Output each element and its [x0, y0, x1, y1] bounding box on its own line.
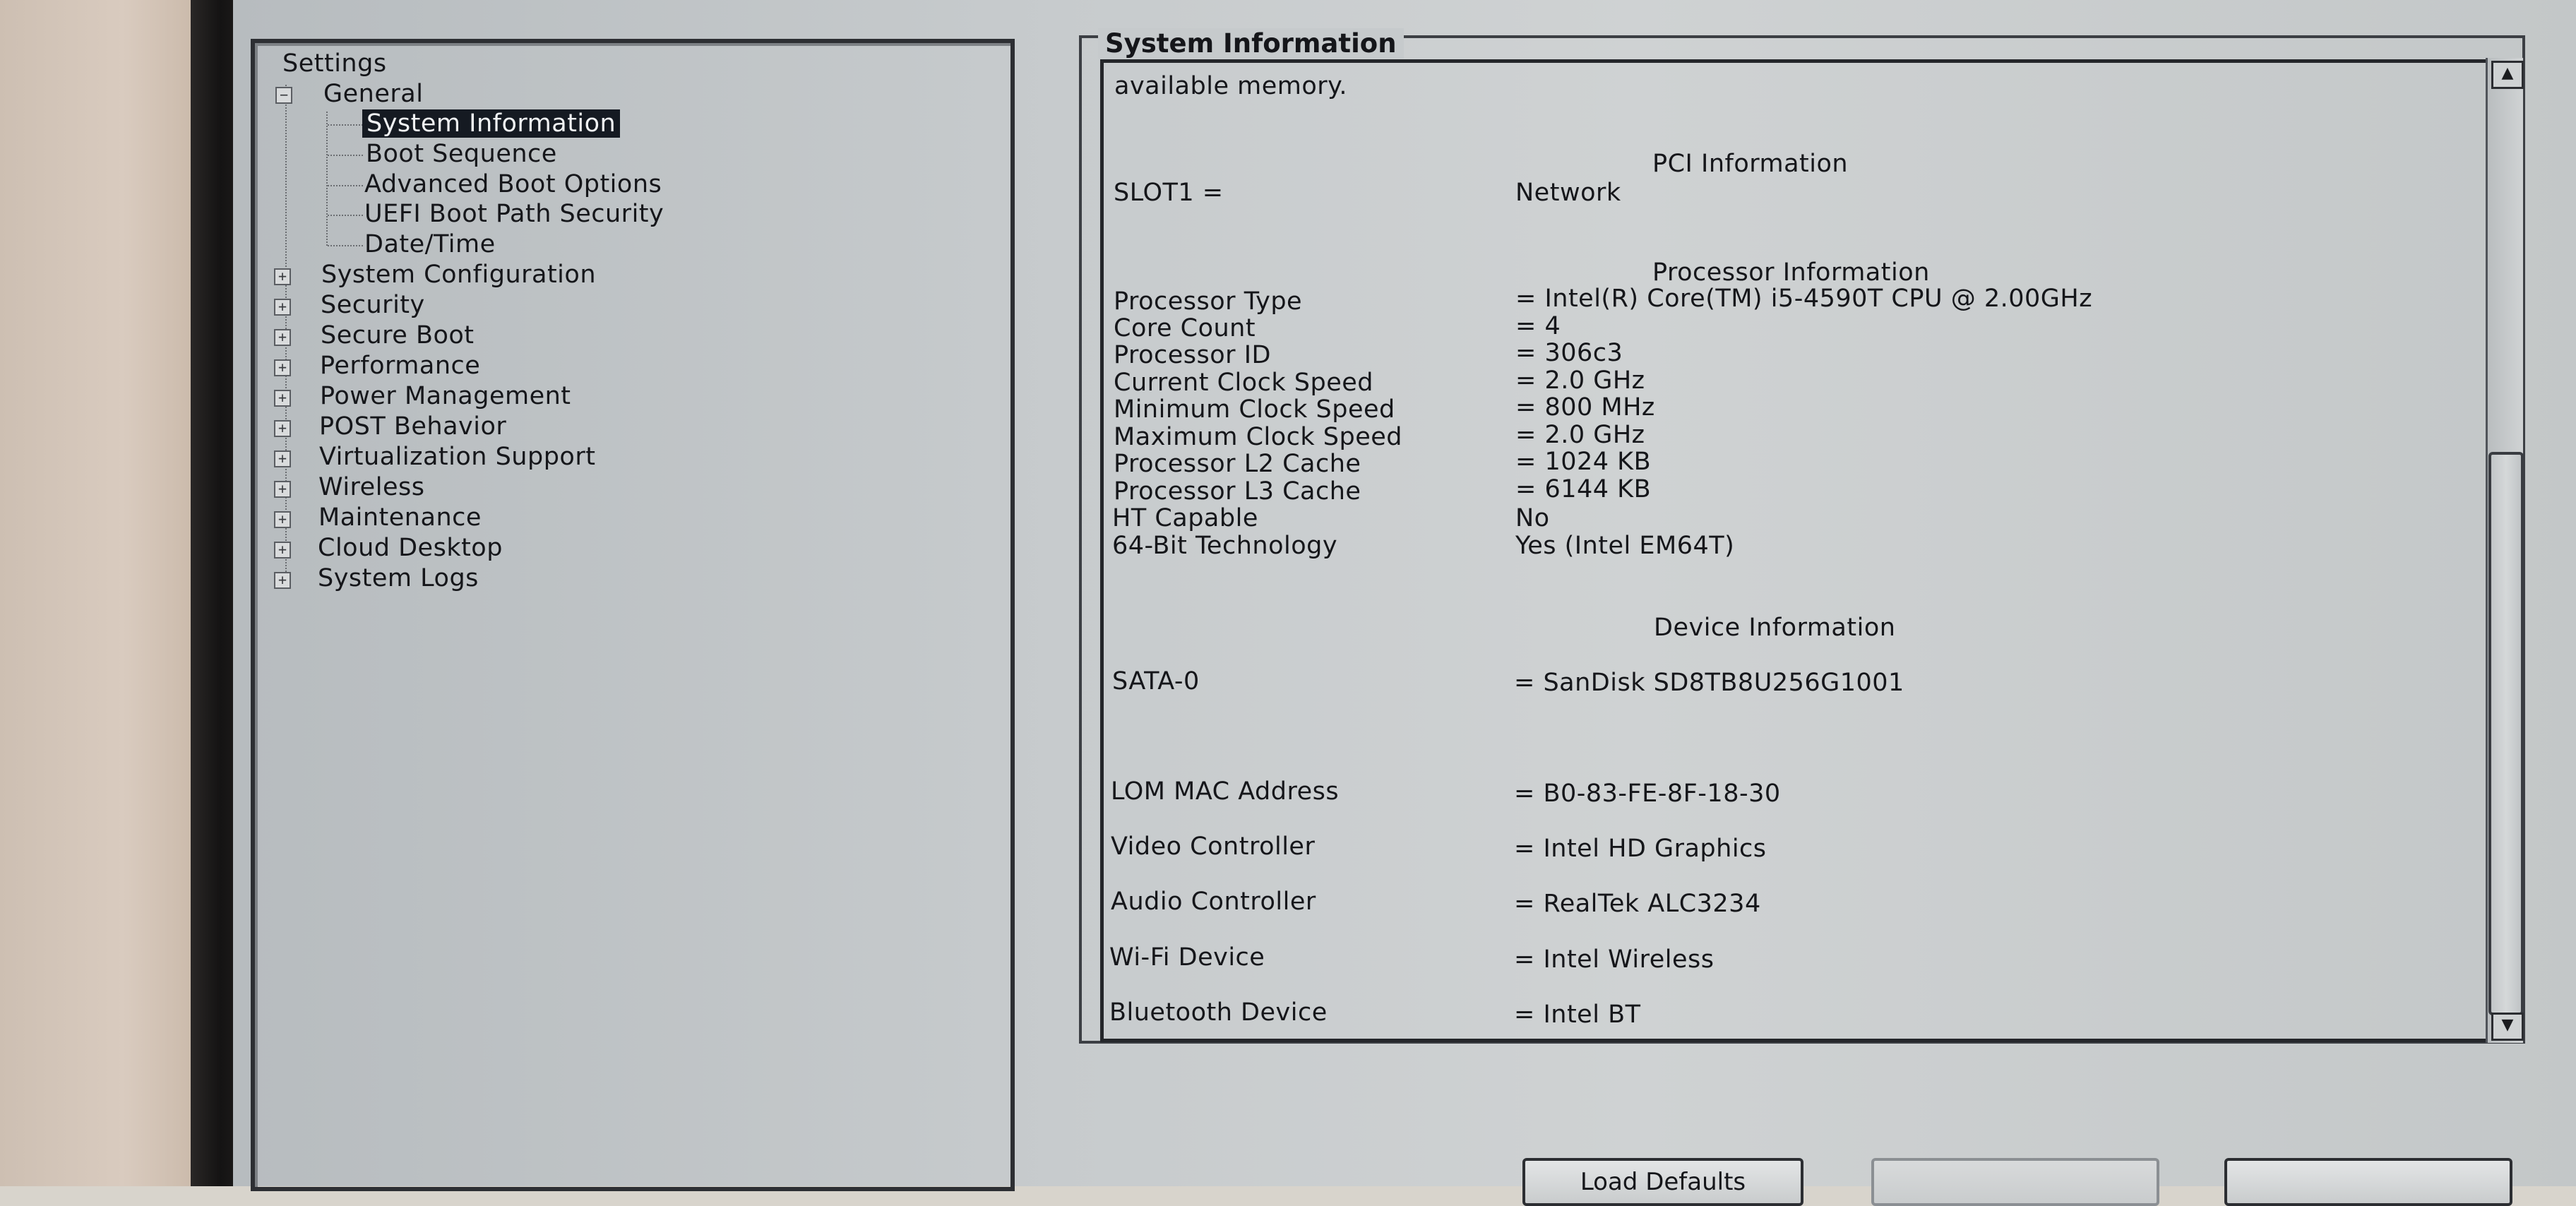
collapse-general-icon[interactable]: −	[275, 87, 292, 104]
section-header-pci: PCI Information	[1652, 150, 1849, 178]
core-count-value: = 4	[1515, 312, 1561, 340]
expand-icon[interactable]: +	[274, 390, 291, 407]
l2-cache-label: Processor L2 Cache	[1114, 450, 1361, 478]
expand-icon[interactable]: +	[274, 450, 291, 467]
processor-type-label: Processor Type	[1114, 287, 1303, 316]
current-clock-value: = 2.0 GHz	[1515, 366, 1645, 395]
expand-icon[interactable]: +	[274, 299, 291, 316]
load-defaults-button[interactable]: Load Defaults	[1522, 1158, 1803, 1206]
processor-id-value: = 306c3	[1515, 339, 1623, 367]
lom-mac-label: LOM MAC Address	[1111, 777, 1340, 806]
expand-icon[interactable]: +	[274, 481, 291, 498]
maximum-clock-value: = 2.0 GHz	[1515, 421, 1645, 449]
expand-icon[interactable]: +	[274, 359, 291, 376]
scrollbar-thumb[interactable]	[2488, 452, 2524, 1015]
ht-capable-label: HT Capable	[1112, 504, 1258, 532]
sata0-value: = SanDisk SD8TB8U256G1001	[1514, 669, 1904, 697]
slot1-label: SLOT1 =	[1114, 179, 1224, 207]
panel-title: System Information	[1098, 28, 1404, 59]
lom-mac-value: = B0-83-FE-8F-18-30	[1514, 780, 1781, 808]
tree-item-performance[interactable]: Performance	[320, 352, 480, 380]
l2-cache-value: = 1024 KB	[1515, 448, 1652, 476]
tree-guide-line-general	[326, 112, 328, 246]
tree-item-cloud-desktop[interactable]: Cloud Desktop	[318, 534, 503, 562]
tree-connector	[328, 215, 363, 216]
ht-capable-value: No	[1515, 504, 1550, 532]
video-controller-label: Video Controller	[1111, 832, 1316, 861]
tree-item-post-behavior[interactable]: POST Behavior	[319, 412, 506, 441]
wifi-device-value: = Intel Wireless	[1514, 945, 1715, 974]
tree-root-settings: Settings	[282, 49, 387, 78]
expand-icon[interactable]: +	[274, 329, 291, 346]
minimum-clock-value: = 800 MHz	[1515, 393, 1655, 422]
section-header-device: Device Information	[1654, 614, 1896, 642]
bluetooth-device-value: = Intel BT	[1514, 1001, 1641, 1029]
tree-item-maintenance[interactable]: Maintenance	[318, 503, 482, 532]
scroll-down-icon[interactable]: ▼	[2491, 1013, 2524, 1041]
section-header-processor: Processor Information	[1652, 258, 1930, 287]
maximum-clock-label: Maximum Clock Speed	[1114, 423, 1403, 451]
current-clock-label: Current Clock Speed	[1114, 369, 1374, 397]
processor-id-label: Processor ID	[1114, 341, 1271, 369]
l3-cache-value: = 6144 KB	[1515, 475, 1652, 503]
tree-connector	[328, 245, 363, 246]
background-wall	[0, 0, 205, 1186]
tree-item-system-configuration[interactable]: System Configuration	[321, 261, 596, 289]
memory-note: available memory.	[1114, 72, 1347, 100]
sata0-label: SATA-0	[1112, 667, 1200, 695]
64bit-technology-label: 64-Bit Technology	[1112, 532, 1338, 560]
tree-item-date-time[interactable]: Date/Time	[364, 230, 496, 258]
tree-item-system-information[interactable]: System Information	[362, 109, 621, 138]
scroll-up-icon[interactable]: ▲	[2491, 61, 2524, 89]
tree-item-uefi-boot-path-security[interactable]: UEFI Boot Path Security	[364, 200, 664, 228]
bluetooth-device-label: Bluetooth Device	[1109, 998, 1328, 1027]
expand-icon[interactable]: +	[274, 572, 291, 589]
tree-item-virtualization-support[interactable]: Virtualization Support	[319, 443, 595, 471]
processor-type-value: = Intel(R) Core(TM) i5-4590T CPU @ 2.00G…	[1515, 285, 2093, 313]
core-count-label: Core Count	[1114, 314, 1256, 342]
tree-item-general[interactable]: General	[323, 80, 423, 108]
tree-item-secure-boot[interactable]: Secure Boot	[321, 321, 475, 350]
tree-item-advanced-boot-options[interactable]: Advanced Boot Options	[364, 170, 662, 198]
video-controller-value: = Intel HD Graphics	[1514, 835, 1767, 863]
apply-button[interactable]	[1871, 1158, 2159, 1206]
tree-item-power-management[interactable]: Power Management	[320, 382, 571, 410]
expand-icon[interactable]: +	[274, 542, 291, 559]
expand-icon[interactable]: +	[274, 268, 291, 285]
expand-icon[interactable]: +	[274, 511, 291, 528]
tree-connector	[328, 124, 363, 126]
audio-controller-value: = RealTek ALC3234	[1514, 890, 1761, 918]
wifi-device-label: Wi-Fi Device	[1109, 943, 1265, 972]
tree-item-system-logs[interactable]: System Logs	[318, 564, 479, 592]
expand-icon[interactable]: +	[274, 420, 291, 437]
l3-cache-label: Processor L3 Cache	[1114, 477, 1361, 506]
slot1-value: Network	[1515, 179, 1621, 207]
minimum-clock-label: Minimum Clock Speed	[1114, 395, 1395, 424]
tree-connector	[328, 155, 363, 156]
audio-controller-label: Audio Controller	[1111, 888, 1316, 916]
exit-button[interactable]	[2224, 1158, 2512, 1206]
tree-connector	[328, 185, 363, 186]
tree-item-security[interactable]: Security	[321, 291, 425, 319]
tree-item-wireless[interactable]: Wireless	[318, 473, 424, 501]
64bit-technology-value: Yes (Intel EM64T)	[1515, 532, 1735, 560]
tree-item-boot-sequence[interactable]: Boot Sequence	[366, 140, 557, 168]
